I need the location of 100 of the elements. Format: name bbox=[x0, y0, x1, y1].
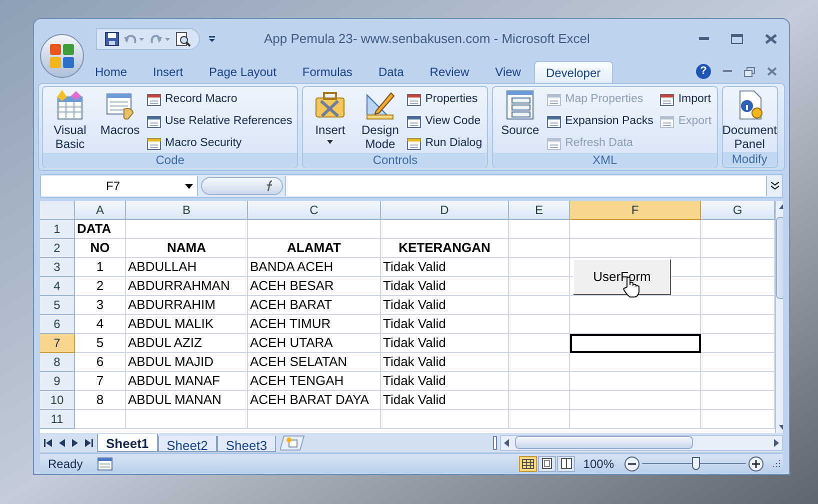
table-cell[interactable] bbox=[570, 391, 701, 410]
insert-sheet-icon[interactable] bbox=[280, 434, 306, 450]
help-button[interactable]: ? bbox=[696, 64, 711, 79]
ribbon-tab[interactable]: Data bbox=[365, 61, 417, 83]
page-layout-button[interactable] bbox=[538, 456, 556, 472]
sheet-tab[interactable]: Sheet1 bbox=[97, 434, 158, 452]
table-cell[interactable]: Tidak Valid bbox=[381, 334, 509, 353]
table-cell[interactable] bbox=[570, 372, 701, 391]
ribbon-button[interactable]: Macro Security bbox=[146, 135, 294, 153]
table-cell[interactable] bbox=[248, 220, 381, 239]
column-header[interactable]: D bbox=[381, 201, 509, 220]
row-header[interactable]: 10 bbox=[40, 391, 75, 410]
ribbon-tab[interactable]: Insert bbox=[140, 61, 196, 83]
table-cell[interactable] bbox=[509, 391, 570, 410]
dropdown-icon[interactable] bbox=[185, 184, 193, 188]
table-cell[interactable]: 1 bbox=[75, 258, 126, 277]
close-icon[interactable] bbox=[767, 67, 777, 76]
scroll-right-icon[interactable] bbox=[774, 438, 779, 446]
column-header[interactable]: E bbox=[509, 201, 570, 220]
column-header[interactable]: F bbox=[570, 201, 701, 220]
zoom-percentage[interactable]: 100% bbox=[583, 454, 614, 472]
table-cell[interactable]: ACEH UTARA bbox=[248, 334, 381, 353]
zoom-in-icon[interactable] bbox=[748, 456, 764, 472]
print-preview-icon[interactable] bbox=[175, 31, 191, 47]
ribbon-button[interactable]: Record Macro bbox=[146, 91, 294, 109]
ribbon-button[interactable]: View Code bbox=[406, 113, 484, 131]
table-cell[interactable]: Tidak Valid bbox=[381, 353, 509, 372]
table-cell[interactable]: Tidak Valid bbox=[381, 277, 509, 296]
table-cell[interactable] bbox=[509, 239, 570, 258]
row-header[interactable]: 1 bbox=[40, 220, 75, 239]
expand-button[interactable] bbox=[766, 176, 782, 196]
row-header[interactable]: 8 bbox=[40, 353, 75, 372]
column-header[interactable]: A bbox=[75, 201, 126, 220]
row-header[interactable]: 2 bbox=[40, 239, 75, 258]
table-cell[interactable] bbox=[570, 410, 701, 429]
restore-icon[interactable] bbox=[744, 66, 755, 76]
table-cell[interactable]: ABDULLAH bbox=[126, 258, 248, 277]
table-cell[interactable] bbox=[570, 239, 701, 258]
table-cell[interactable]: 7 bbox=[75, 372, 126, 391]
table-cell[interactable]: ABDUL MANAF bbox=[126, 372, 248, 391]
table-cell[interactable] bbox=[381, 220, 509, 239]
column-header[interactable]: C bbox=[248, 201, 381, 220]
name-box[interactable]: F7 bbox=[41, 176, 198, 196]
minimize-icon[interactable] bbox=[723, 70, 732, 73]
table-cell[interactable] bbox=[570, 353, 701, 372]
last-sheet-icon[interactable] bbox=[85, 438, 93, 446]
table-cell[interactable] bbox=[509, 372, 570, 391]
normal-view-button[interactable] bbox=[519, 456, 538, 472]
scroll-thumb[interactable] bbox=[515, 436, 693, 449]
table-cell[interactable]: ABDUL MANAN bbox=[126, 391, 248, 410]
table-cell[interactable] bbox=[509, 353, 570, 372]
table-cell[interactable]: ALAMAT bbox=[248, 239, 381, 258]
sheet-tab[interactable]: Sheet3 bbox=[216, 436, 276, 452]
table-cell[interactable]: Tidak Valid bbox=[381, 315, 509, 334]
ribbon-button[interactable]: Macros bbox=[96, 89, 144, 137]
column-header[interactable]: B bbox=[126, 201, 248, 220]
row-header[interactable]: 5 bbox=[40, 296, 75, 315]
table-cell[interactable] bbox=[126, 220, 248, 239]
table-cell[interactable]: 5 bbox=[75, 334, 126, 353]
table-cell[interactable] bbox=[248, 410, 381, 429]
table-cell[interactable] bbox=[126, 410, 248, 429]
active-cell[interactable] bbox=[570, 334, 701, 353]
table-cell[interactable]: ACEH BESAR bbox=[248, 277, 381, 296]
zoom-slider[interactable] bbox=[642, 456, 746, 472]
resize-grip-icon[interactable] bbox=[772, 459, 781, 468]
ribbon-tab[interactable]: Developer bbox=[534, 61, 613, 83]
table-cell[interactable]: 4 bbox=[75, 315, 126, 334]
first-sheet-icon[interactable] bbox=[44, 438, 52, 446]
row-header[interactable]: 11 bbox=[40, 410, 75, 429]
maximize-icon[interactable] bbox=[731, 34, 743, 44]
table-cell[interactable]: Tidak Valid bbox=[381, 258, 509, 277]
ribbon-button[interactable]: Properties bbox=[406, 91, 484, 109]
table-cell[interactable] bbox=[570, 315, 701, 334]
table-cell[interactable] bbox=[509, 315, 570, 334]
sheet-tab[interactable]: Sheet2 bbox=[158, 436, 217, 452]
ribbon-button[interactable]: Visual Basic bbox=[46, 89, 94, 151]
table-cell[interactable] bbox=[509, 334, 570, 353]
scroll-left-icon[interactable] bbox=[504, 438, 509, 446]
previous-sheet-icon[interactable] bbox=[59, 438, 65, 446]
table-cell[interactable]: 2 bbox=[75, 277, 126, 296]
ribbon-tab[interactable]: Page Layout bbox=[196, 61, 290, 83]
table-cell[interactable] bbox=[570, 220, 701, 239]
table-cell[interactable] bbox=[509, 258, 570, 277]
splitter-handle[interactable] bbox=[493, 436, 497, 450]
table-cell[interactable]: KETERANGAN bbox=[381, 239, 509, 258]
userform-button[interactable]: UserForm bbox=[573, 259, 671, 295]
table-cell[interactable]: ABDURRAHMAN bbox=[126, 277, 248, 296]
select-all-corner[interactable] bbox=[40, 201, 75, 220]
table-cell[interactable] bbox=[75, 410, 126, 429]
table-cell[interactable]: Tidak Valid bbox=[381, 372, 509, 391]
ribbon-tab[interactable]: Formulas bbox=[289, 61, 366, 83]
formula-field[interactable] bbox=[285, 176, 766, 196]
column-header[interactable]: G bbox=[701, 201, 775, 220]
table-cell[interactable]: ABDUL MALIK bbox=[126, 315, 248, 334]
row-header[interactable]: 9 bbox=[40, 372, 75, 391]
table-cell[interactable]: Tidak Valid bbox=[381, 296, 509, 315]
ribbon-button[interactable]: Insert bbox=[306, 89, 354, 144]
next-sheet-icon[interactable] bbox=[72, 438, 78, 446]
table-cell[interactable] bbox=[509, 410, 570, 429]
zoom-out-icon[interactable] bbox=[624, 456, 640, 472]
